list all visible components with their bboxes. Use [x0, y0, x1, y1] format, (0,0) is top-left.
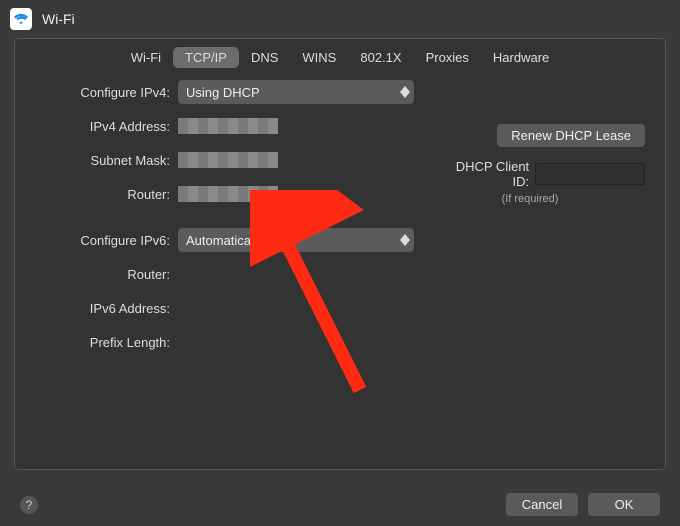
ipv4-address-value: [178, 118, 278, 134]
label-router: Router:: [35, 187, 178, 202]
tab-802-1x[interactable]: 802.1X: [348, 47, 413, 68]
dhcp-client-id-input[interactable]: [535, 163, 645, 185]
cancel-button[interactable]: Cancel: [506, 493, 578, 516]
label-router6: Router:: [35, 267, 178, 282]
renew-dhcp-button[interactable]: Renew DHCP Lease: [497, 124, 645, 147]
label-dhcp-client-id: DHCP Client ID:: [445, 159, 529, 189]
router-value: [178, 186, 278, 202]
tab-proxies[interactable]: Proxies: [414, 47, 481, 68]
label-configure-ipv4: Configure IPv4:: [35, 85, 178, 100]
label-subnet-mask: Subnet Mask:: [35, 153, 178, 168]
wifi-settings-window: Wi-Fi Wi-FiTCP/IPDNSWINS802.1XProxiesHar…: [0, 0, 680, 526]
tab-hardware[interactable]: Hardware: [481, 47, 561, 68]
chevron-up-down-icon: [400, 234, 410, 246]
label-ipv4-address: IPv4 Address:: [35, 119, 178, 134]
footer: ? Cancel OK: [20, 493, 660, 516]
chevron-up-down-icon: [400, 86, 410, 98]
label-prefix-length: Prefix Length:: [35, 335, 178, 350]
tab-dns[interactable]: DNS: [239, 47, 290, 68]
configure-ipv4-value: Using DHCP: [186, 85, 260, 100]
help-button[interactable]: ?: [20, 496, 38, 514]
form-area: Configure IPv4: Using DHCP IPv4 Address:…: [15, 80, 665, 354]
if-required-hint: (If required): [445, 193, 645, 205]
titlebar: Wi-Fi: [0, 0, 680, 34]
tab-tcp-ip[interactable]: TCP/IP: [173, 47, 239, 68]
tab-wins[interactable]: WINS: [290, 47, 348, 68]
configure-ipv6-value: Automatically: [186, 233, 263, 248]
wifi-icon: [10, 8, 32, 30]
label-configure-ipv6: Configure IPv6:: [35, 233, 178, 248]
right-column: Renew DHCP Lease DHCP Client ID: (If req…: [445, 124, 645, 205]
configure-ipv6-select[interactable]: Automatically: [178, 228, 414, 252]
tab-wi-fi[interactable]: Wi-Fi: [119, 47, 173, 68]
label-ipv6-address: IPv6 Address:: [35, 301, 178, 316]
configure-ipv4-select[interactable]: Using DHCP: [178, 80, 414, 104]
subnet-mask-value: [178, 152, 278, 168]
tab-bar: Wi-FiTCP/IPDNSWINS802.1XProxiesHardware: [15, 39, 665, 80]
ok-button[interactable]: OK: [588, 493, 660, 516]
content-panel: Wi-FiTCP/IPDNSWINS802.1XProxiesHardware …: [14, 38, 666, 470]
window-title: Wi-Fi: [42, 11, 75, 27]
